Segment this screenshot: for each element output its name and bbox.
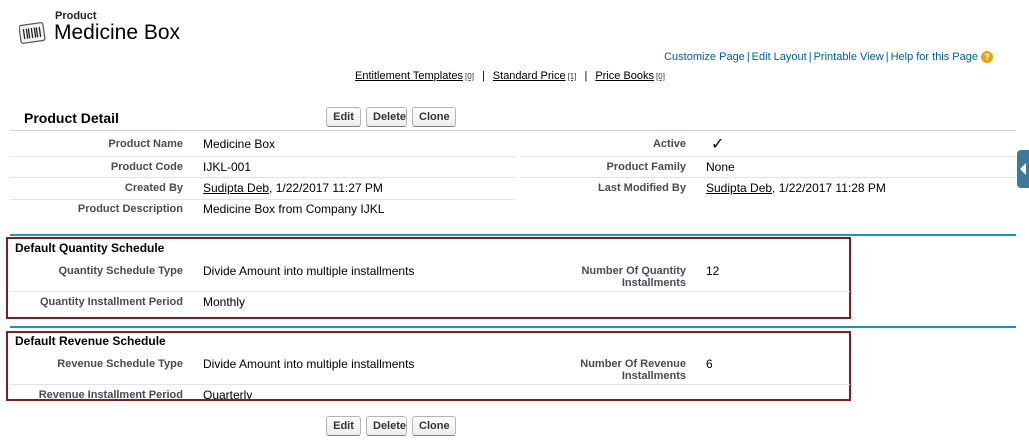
help-link[interactable]: Help for this Page: [891, 51, 978, 63]
quantity-installment-period-label: Quantity Installment Period: [39, 296, 183, 308]
delete-button-bottom[interactable]: Delete: [366, 416, 407, 436]
last-modified-by-label: Last Modified By: [597, 182, 686, 194]
number-of-revenue-installments-value: 6: [706, 357, 713, 371]
number-of-quantity-installments-label: Number Of Quantity Installments: [581, 265, 686, 289]
revenue-installment-period-value: Quarterly: [203, 388, 253, 399]
quantity-schedule-title: Default Quantity Schedule: [15, 241, 165, 255]
product-code-value: IJKL-001: [203, 160, 252, 174]
created-by-user-link[interactable]: Sudipta Deb: [203, 181, 269, 195]
created-by-value: Sudipta Deb, 1/22/2017 11:27 PM: [203, 181, 383, 195]
printable-view-link[interactable]: Printable View: [814, 51, 884, 63]
product-name-value: Medicine Box: [203, 137, 276, 151]
revenue-installment-period-label: Revenue Installment Period: [38, 389, 183, 401]
revenue-schedule-title: Default Revenue Schedule: [15, 334, 166, 348]
edit-button-bottom[interactable]: Edit: [326, 416, 361, 436]
sidebar-collapse-tab[interactable]: [1017, 150, 1029, 188]
product-family-label: Product Family: [606, 161, 686, 173]
number-of-revenue-installments-label: Number Of Revenue Installments: [580, 358, 686, 382]
related-link-entitlement-templates[interactable]: Entitlement Templates [0]: [355, 70, 474, 82]
edit-button-top[interactable]: Edit: [326, 107, 361, 127]
related-link-price-books[interactable]: Price Books [0]: [595, 70, 665, 82]
revenue-schedule-type-value: Divide Amount into multiple installments: [203, 357, 415, 371]
active-checkmark-icon: ✓: [711, 136, 725, 153]
quantity-schedule-type-value: Divide Amount into multiple installments: [203, 264, 415, 278]
active-label: Active: [652, 138, 686, 150]
clone-button-top[interactable]: Clone: [412, 107, 456, 127]
page-title: Medicine Box: [54, 21, 181, 44]
delete-button-top[interactable]: Delete: [366, 107, 407, 127]
last-modified-by-value: Sudipta Deb, 1/22/2017 11:28 PM: [706, 181, 886, 195]
clone-button-bottom[interactable]: Clone: [412, 416, 456, 436]
number-of-quantity-installments-value: 12: [706, 264, 720, 278]
created-by-label: Created By: [124, 182, 183, 194]
product-family-value: None: [706, 160, 735, 174]
revenue-schedule-type-label: Revenue Schedule Type: [57, 358, 183, 370]
product-barcode-icon: [19, 22, 46, 44]
product-detail-title: Product Detail: [24, 110, 119, 126]
product-description-label: Product Description: [77, 203, 183, 215]
related-link-standard-price[interactable]: Standard Price [1]: [493, 70, 577, 82]
quantity-installment-period-value: Monthly: [203, 295, 246, 309]
quantity-schedule-type-label: Quantity Schedule Type: [58, 265, 184, 277]
product-description-value: Medicine Box from Company IJKL: [203, 202, 385, 216]
page-links: Customize Page | Edit Layout | Printable Vie…: [664, 51, 993, 64]
product-code-label: Product Code: [110, 161, 183, 173]
edit-layout-link[interactable]: Edit Layout: [752, 51, 807, 63]
help-icon[interactable]: ?: [981, 51, 993, 64]
related-list-links: Entitlement Templates [0] | Standard Price[…: [355, 70, 665, 82]
customize-page-link[interactable]: Customize Page: [664, 51, 745, 63]
modified-by-user-link[interactable]: Sudipta Deb: [706, 181, 772, 195]
product-name-label: Product Name: [108, 138, 183, 150]
